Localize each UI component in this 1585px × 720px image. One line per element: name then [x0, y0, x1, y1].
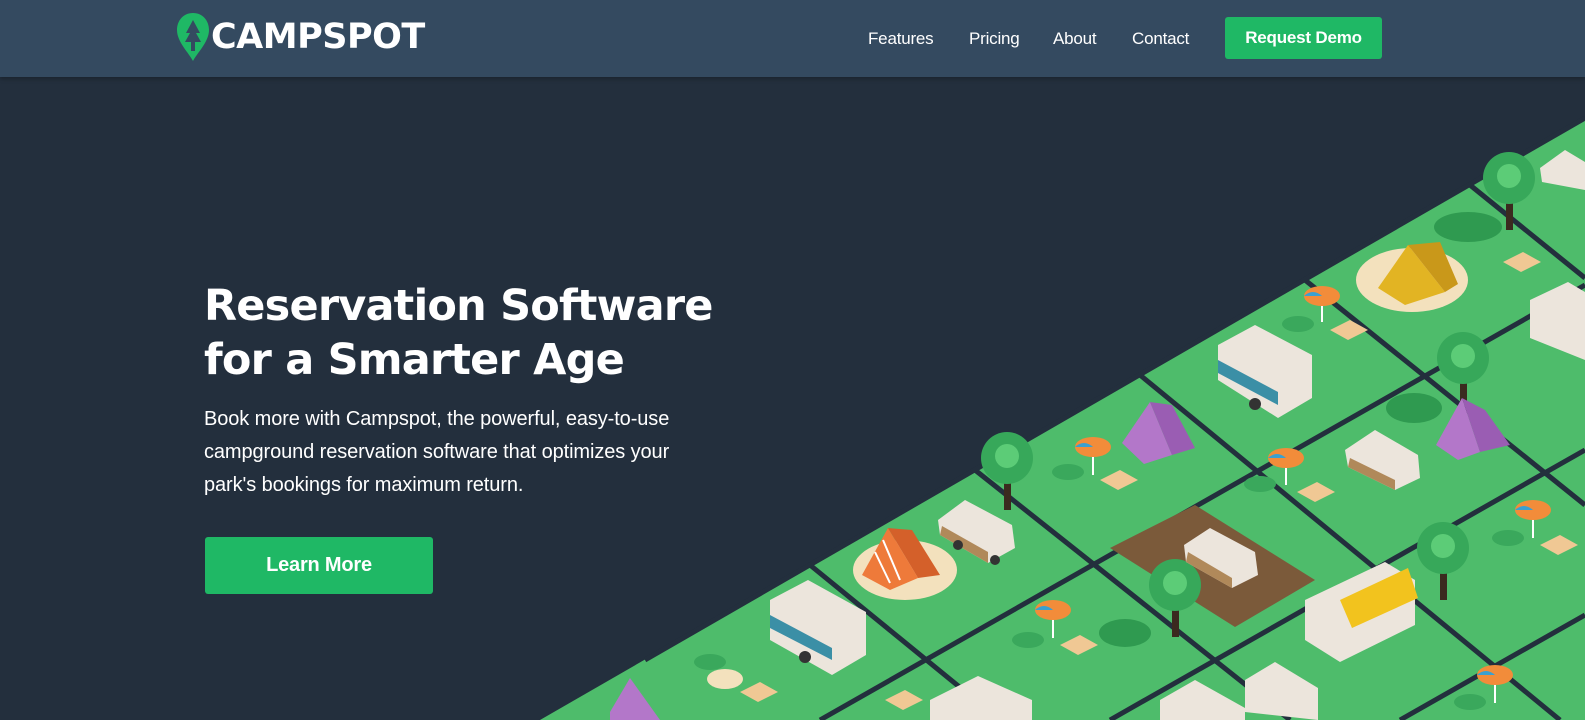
campground-illustration: [540, 115, 1585, 720]
nav-pricing-link[interactable]: Pricing: [969, 29, 1020, 49]
learn-more-button[interactable]: Learn More: [205, 537, 433, 594]
nav-about-link[interactable]: About: [1053, 29, 1097, 49]
tree-shadow: [1099, 619, 1151, 647]
logo-text: CAMPSPOT: [211, 16, 425, 57]
site-header: CAMPSPOT Features Pricing About Contact …: [0, 0, 1585, 77]
tree-shadow: [1434, 212, 1502, 242]
nav-features-link[interactable]: Features: [868, 29, 934, 49]
fire-pit: [707, 669, 743, 689]
campspot-logo[interactable]: CAMPSPOT: [176, 11, 425, 63]
tree-shadow: [1386, 393, 1442, 423]
map-pin-tree-icon: [177, 13, 209, 61]
nav-contact-link[interactable]: Contact: [1132, 29, 1189, 49]
request-demo-button[interactable]: Request Demo: [1225, 17, 1382, 59]
